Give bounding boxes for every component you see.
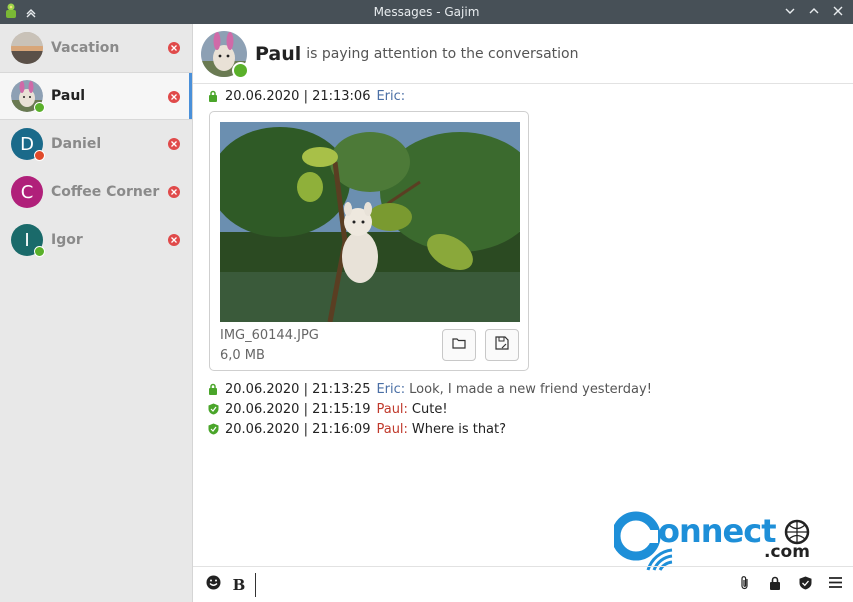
chat-item-paul[interactable]: Paul [0,72,192,120]
avatar [11,32,43,64]
encryption-lock-button[interactable] [765,575,785,595]
menu-button[interactable] [825,575,845,595]
avatar-letter: C [11,176,43,208]
message-sender: Eric: [376,381,406,397]
chat-item-coffee-corner[interactable]: C Coffee Corner [0,168,192,216]
message-input[interactable] [255,572,735,597]
message-timestamp: 20.06.2020 | 21:16:09 [225,421,371,437]
message-timestamp: 20.06.2020 | 21:13:06 [225,88,371,104]
window-titlebar: Messages - Gajim [0,0,853,24]
status-busy-dot [34,150,45,161]
shield-icon [207,423,219,436]
window-title: Messages - Gajim [373,5,480,19]
smiley-icon [206,575,221,594]
status-online-dot [34,102,45,113]
lock-icon [769,576,781,594]
watermark-suffix-text: .com [764,542,810,562]
avatar [11,80,45,113]
chat-item-vacation[interactable]: Vacation [0,24,192,72]
chat-item-daniel[interactable]: D Daniel [0,120,192,168]
save-as-icon [495,336,509,354]
watermark-brand-text: onnect [658,512,777,550]
file-name: IMG_60144.JPG [220,328,319,343]
contact-name: Paul [255,42,302,65]
avatar: I [11,224,45,257]
shield-icon [207,403,219,416]
minimize-icon[interactable] [783,3,797,19]
message-text: Look, I made a new friend yesterday! [409,381,652,397]
attach-file-button[interactable] [735,575,755,595]
encryption-shield-button[interactable] [795,575,815,595]
paperclip-icon [740,575,750,594]
message-list: 20.06.2020 | 21:13:06 Eric: IMG_60144.JP… [207,86,837,439]
folder-icon [452,337,466,353]
message-timestamp: 20.06.2020 | 21:15:19 [225,401,371,417]
file-size: 6,0 MB [220,348,265,363]
close-chat-icon[interactable] [168,234,180,246]
message-sender: Eric: [376,88,406,104]
open-folder-button[interactable] [442,329,476,361]
emoji-button[interactable] [203,575,223,595]
chat-item-igor[interactable]: I Igor [0,216,192,264]
avatar: D [11,128,45,161]
image-preview[interactable] [220,122,520,322]
close-window-icon[interactable] [831,3,845,19]
close-chat-icon[interactable] [168,186,180,198]
message-text: Where is that? [411,421,507,437]
close-chat-icon[interactable] [168,42,180,54]
bold-button[interactable]: B [229,575,249,595]
message-text: Cute! [411,401,448,417]
maximize-icon[interactable] [807,3,821,19]
avatar: C [11,176,43,208]
status-online-dot [34,246,45,257]
avatar[interactable] [201,30,249,79]
close-chat-icon[interactable] [168,91,180,103]
message-row: 20.06.2020 | 21:13:06 Eric: [207,86,837,106]
message-sender: Paul: [376,401,408,417]
chat-state-text: is paying attention to the conversation [306,45,579,62]
hamburger-menu-icon [828,577,842,592]
file-preview-card: IMG_60144.JPG 6,0 MB [209,111,529,371]
window-shade-icon[interactable] [24,5,38,21]
message-row: 20.06.2020 | 21:13:25 Eric: Look, I made… [207,379,837,399]
watermark-logo: onnect .com [611,510,814,574]
chat-header: Paul is paying attention to the conversa… [193,24,853,84]
close-chat-icon[interactable] [168,138,180,150]
message-row: 20.06.2020 | 21:16:09 Paul: Where is tha… [207,419,837,439]
shield-icon [799,576,812,594]
chat-list-sidebar: Vacation Paul D Daniel C Coffee Corner I… [0,24,193,602]
gajim-logo-icon [4,3,18,22]
message-sender: Paul: [376,421,408,437]
message-composer: B [193,566,853,602]
message-timestamp: 20.06.2020 | 21:13:25 [225,381,371,397]
save-file-button[interactable] [485,329,519,361]
message-row: 20.06.2020 | 21:15:19 Paul: Cute! [207,399,837,419]
lock-icon [207,383,219,396]
lock-icon [207,90,219,103]
status-online-dot [232,61,249,79]
